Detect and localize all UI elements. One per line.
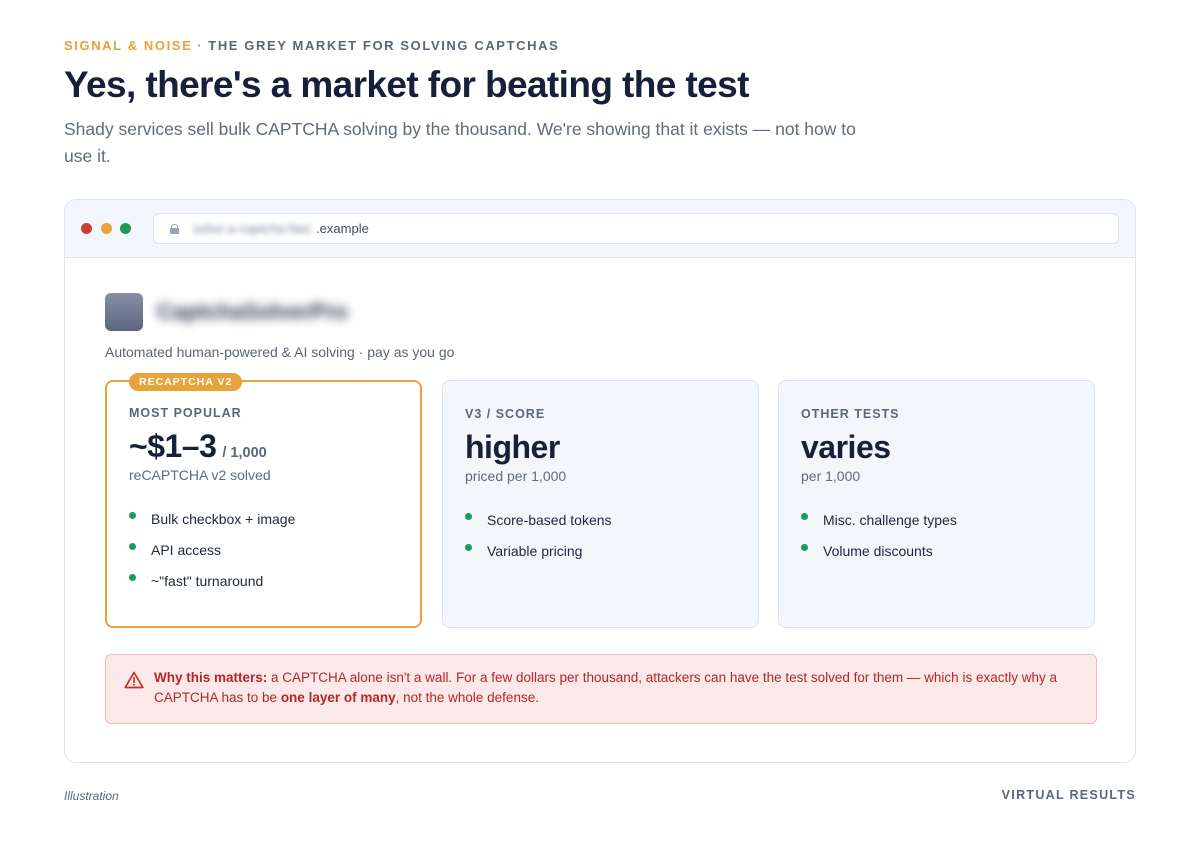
browser-chrome: solve-a-captcha-fast .example xyxy=(65,200,1135,258)
card-price-note: reCAPTCHA v2 solved xyxy=(129,467,271,483)
card-ribbon: RECAPTCHA V2 xyxy=(129,373,243,391)
page-title: Yes, there's a market for beating the te… xyxy=(64,64,749,105)
feature-text: Variable pricing xyxy=(487,542,583,559)
bullet-dot-icon xyxy=(129,512,136,519)
footer-credit: VIRTUAL RESULTS xyxy=(1001,788,1136,802)
image-caption: Illustration xyxy=(64,789,119,803)
pricing-card-v3-score: V3 / SCORE higher priced per 1,000 Score… xyxy=(442,380,759,628)
close-window-dot-icon[interactable] xyxy=(81,223,92,234)
maximize-window-dot-icon[interactable] xyxy=(120,223,131,234)
warning-lead: Why this matters: xyxy=(154,670,268,685)
warning-callout: Why this matters: a CAPTCHA alone isn't … xyxy=(105,654,1097,724)
feature-text: Bulk checkbox + image xyxy=(151,510,296,527)
card-price-note: priced per 1,000 xyxy=(465,468,567,484)
site-content: CaptchaSolverPro Automated human-powered… xyxy=(105,292,1097,724)
bullet-dot-icon xyxy=(129,574,136,581)
feature-item: Volume discounts xyxy=(801,535,1070,566)
feature-item: Bulk checkbox + image xyxy=(129,503,398,534)
warning-text-end: , not the whole defense. xyxy=(395,690,539,705)
feature-list: Score-based tokens Variable pricing xyxy=(465,504,734,566)
eyebrow-separator: · xyxy=(197,38,204,53)
card-label: OTHER TESTS xyxy=(801,407,900,421)
lock-icon xyxy=(170,223,179,234)
card-price: varies xyxy=(801,429,891,465)
feature-item: API access xyxy=(129,534,398,565)
price-row: higher xyxy=(465,429,734,466)
price-row: ~$1–3 / 1,000 xyxy=(129,428,398,465)
pricing-cards: RECAPTCHA V2 MOST POPULAR ~$1–3 / 1,000 … xyxy=(105,373,1097,628)
minimize-window-dot-icon[interactable] xyxy=(101,223,112,234)
browser-window: solve-a-captcha-fast .example CaptchaSol… xyxy=(64,199,1136,763)
bullet-dot-icon xyxy=(801,544,808,551)
feature-item: Variable pricing xyxy=(465,535,734,566)
feature-text: Volume discounts xyxy=(823,542,933,559)
site-header: CaptchaSolverPro xyxy=(105,292,1095,332)
page-subtitle: Shady services sell bulk CAPTCHA solving… xyxy=(64,119,856,166)
feature-text: API access xyxy=(151,541,222,558)
price-row: varies xyxy=(801,429,1070,466)
site-logo xyxy=(105,293,143,331)
feature-item: ~"fast" turnaround xyxy=(129,565,398,596)
warning-emphasis: one layer of many xyxy=(280,690,396,705)
site-tagline: Automated human-powered & AI solving · p… xyxy=(105,344,455,360)
feature-text: ~"fast" turnaround xyxy=(151,572,264,589)
card-price-unit: / 1,000 xyxy=(222,445,267,461)
site-name-blurred: CaptchaSolverPro xyxy=(157,299,348,324)
feature-item: Misc. challenge types xyxy=(801,504,1070,535)
url-tld: .example xyxy=(316,221,369,236)
bullet-dot-icon xyxy=(465,544,472,551)
bullet-dot-icon xyxy=(801,513,808,520)
card-price: higher xyxy=(465,429,560,465)
card-label: MOST POPULAR xyxy=(129,406,242,420)
feature-text: Misc. challenge types xyxy=(823,511,957,528)
pricing-card-recaptcha-v2: RECAPTCHA V2 MOST POPULAR ~$1–3 / 1,000 … xyxy=(105,373,422,628)
feature-list: Bulk checkbox + image API access ~"fast"… xyxy=(129,503,398,596)
feature-text: Score-based tokens xyxy=(487,511,612,528)
feature-list: Misc. challenge types Volume discounts xyxy=(801,504,1070,566)
card-label: V3 / SCORE xyxy=(465,407,546,421)
eyebrow: SIGNAL & NOISE · THE GREY MARKET FOR SOLVI… xyxy=(64,38,559,53)
url-domain-blurred: solve-a-captcha-fast xyxy=(193,221,311,236)
publication-name: SIGNAL & NOISE xyxy=(64,38,193,53)
bullet-dot-icon xyxy=(129,543,136,550)
address-bar[interactable]: solve-a-captcha-fast .example xyxy=(153,213,1119,244)
card-price: ~$1–3 xyxy=(129,428,217,464)
warning-triangle-icon xyxy=(124,671,144,689)
pricing-card-other-tests: OTHER TESTS varies per 1,000 Misc. chall… xyxy=(778,380,1095,628)
section-kicker: THE GREY MARKET FOR SOLVING CAPTCHAS xyxy=(208,38,560,53)
card-price-note: per 1,000 xyxy=(801,468,861,484)
bullet-dot-icon xyxy=(465,513,472,520)
feature-item: Score-based tokens xyxy=(465,504,734,535)
